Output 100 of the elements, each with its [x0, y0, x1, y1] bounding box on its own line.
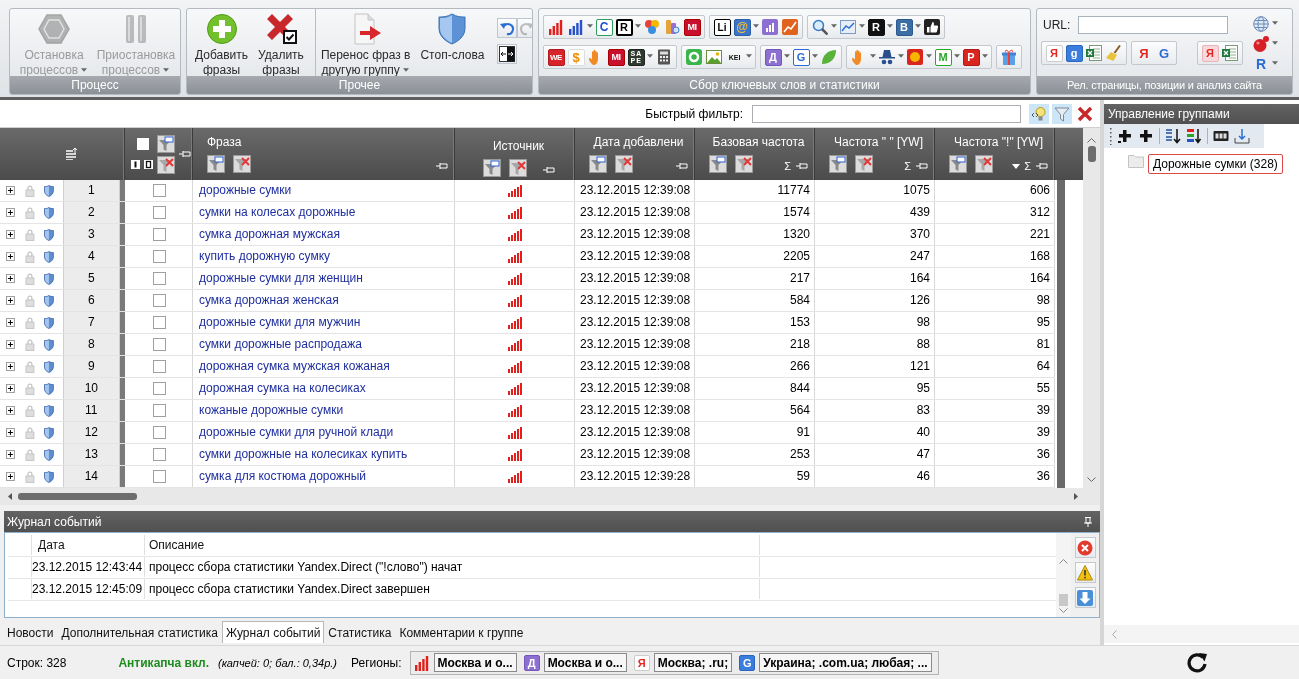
ribbon-button[interactable]: Стоп-слова: [415, 9, 490, 63]
checkbox[interactable]: [152, 448, 166, 461]
caret-icon[interactable]: [1272, 61, 1278, 65]
outline-square-icon[interactable]: [144, 160, 153, 169]
checkbox[interactable]: [152, 294, 166, 307]
pin-icon[interactable]: [916, 162, 928, 170]
tab[interactable]: Дополнительная статистика: [57, 622, 222, 643]
expand-icon[interactable]: [6, 230, 15, 239]
checkbox[interactable]: [152, 206, 166, 219]
filter-icon[interactable]: [157, 134, 175, 153]
sum-sign[interactable]: Σ: [904, 160, 911, 172]
pin-icon[interactable]: [796, 162, 808, 170]
caret-icon[interactable]: [812, 54, 818, 58]
tab[interactable]: Новости: [3, 622, 58, 643]
warning-button[interactable]: [1074, 562, 1096, 583]
checkbox[interactable]: [152, 404, 166, 417]
toolbar-button[interactable]: [497, 44, 518, 64]
column-header[interactable]: Частота "!" [YW]: [949, 135, 1048, 150]
tool-button[interactable]: R: [615, 18, 633, 36]
caret-icon[interactable]: [926, 54, 932, 58]
pin-icon[interactable]: [1036, 162, 1048, 170]
list-arrow-icon[interactable]: [66, 148, 78, 160]
tool-button[interactable]: [810, 17, 830, 37]
region-button[interactable]: Украина; .com.ua; любая; ...: [759, 653, 932, 672]
chevron-down-icon[interactable]: [1087, 477, 1096, 482]
expand-icon[interactable]: [6, 186, 15, 195]
shield-icon[interactable]: [43, 206, 54, 219]
tab[interactable]: Комментарии к группе: [395, 622, 528, 643]
hint-button[interactable]: [1029, 103, 1049, 124]
shield-icon[interactable]: [43, 448, 54, 461]
pin-icon[interactable]: [1084, 516, 1092, 527]
row-header[interactable]: 12: [62, 422, 120, 443]
expand-icon[interactable]: [6, 296, 15, 305]
clear-filter-icon[interactable]: [855, 155, 873, 173]
checkbox[interactable]: [152, 184, 166, 197]
caret-icon[interactable]: [753, 24, 759, 28]
clear-filter-icon[interactable]: [233, 155, 251, 173]
row-header[interactable]: 14: [62, 466, 120, 487]
scrollbar[interactable]: [1083, 128, 1100, 488]
counter-icon[interactable]: [1207, 128, 1229, 144]
filter-icon[interactable]: [482, 158, 501, 177]
expand-icon[interactable]: [6, 472, 15, 481]
expand-icon[interactable]: [6, 450, 15, 459]
tool-button[interactable]: P: [962, 48, 980, 66]
grip-icon[interactable]: [1109, 127, 1112, 145]
shield-icon[interactable]: [43, 360, 54, 373]
delete-button[interactable]: [1074, 537, 1096, 558]
caret-icon[interactable]: [898, 54, 904, 58]
region-button[interactable]: Москва и о...: [543, 653, 627, 672]
expand-icon[interactable]: [6, 428, 15, 437]
clear-filter-icon[interactable]: [975, 155, 993, 173]
plus-icon[interactable]: [1138, 128, 1154, 144]
column-header[interactable]: Дата добавлени: [589, 135, 688, 150]
caret-icon[interactable]: [954, 54, 960, 58]
caret-icon[interactable]: [402, 67, 409, 72]
tool-button[interactable]: MI: [683, 18, 701, 36]
column-header[interactable]: Фраза: [207, 135, 448, 150]
scrollbar[interactable]: [0, 488, 1100, 505]
arrow-left-icon[interactable]: [8, 493, 12, 500]
caret-icon[interactable]: [746, 54, 752, 58]
caret-icon[interactable]: [915, 24, 921, 28]
clear-filter-icon[interactable]: [508, 158, 527, 177]
row-header[interactable]: 7: [62, 312, 120, 333]
checkbox[interactable]: [152, 470, 166, 483]
tool-button[interactable]: g: [1065, 44, 1083, 62]
download-icon[interactable]: [1234, 128, 1250, 144]
expand-icon[interactable]: [6, 340, 15, 349]
caret-icon[interactable]: [647, 54, 653, 58]
tool-button[interactable]: [922, 17, 942, 37]
shield-icon[interactable]: [43, 294, 54, 307]
filter-icon[interactable]: [709, 155, 727, 173]
filter-icon[interactable]: [589, 155, 607, 173]
tool-button[interactable]: Я: [1045, 44, 1063, 62]
filter-icon[interactable]: [949, 155, 967, 173]
caret-icon[interactable]: [887, 24, 893, 28]
bar-square-icon[interactable]: [131, 160, 140, 169]
expand-icon[interactable]: [6, 318, 15, 327]
scrollbar[interactable]: [1056, 533, 1072, 617]
tool-button[interactable]: SAPE: [627, 48, 645, 66]
row-header[interactable]: 6: [62, 290, 120, 311]
row-header[interactable]: 1: [62, 180, 120, 201]
tool-button[interactable]: R: [1252, 55, 1270, 73]
tool-button[interactable]: G: [1155, 44, 1173, 62]
chevron-down-icon[interactable]: [1059, 608, 1069, 613]
plus-icon[interactable]: [1117, 128, 1133, 144]
pin-icon[interactable]: [179, 150, 191, 158]
expand-icon[interactable]: [6, 362, 15, 371]
region-button[interactable]: Москва; .ru;: [653, 653, 733, 672]
tool-button[interactable]: C: [595, 18, 613, 36]
expand-icon[interactable]: [6, 252, 15, 261]
scrollbar[interactable]: [1104, 625, 1299, 643]
tree-item[interactable]: Дорожные сумки (328): [1148, 154, 1283, 174]
clear-filter-icon[interactable]: [615, 155, 633, 173]
row-header[interactable]: 10: [62, 378, 120, 399]
caret-icon[interactable]: [1272, 41, 1278, 45]
caret-icon[interactable]: [587, 24, 593, 28]
tab[interactable]: Статистика: [324, 622, 396, 643]
chevron-up-icon[interactable]: [1087, 138, 1096, 143]
row-header[interactable]: 11: [62, 400, 120, 421]
sort-icon[interactable]: [1159, 128, 1181, 144]
